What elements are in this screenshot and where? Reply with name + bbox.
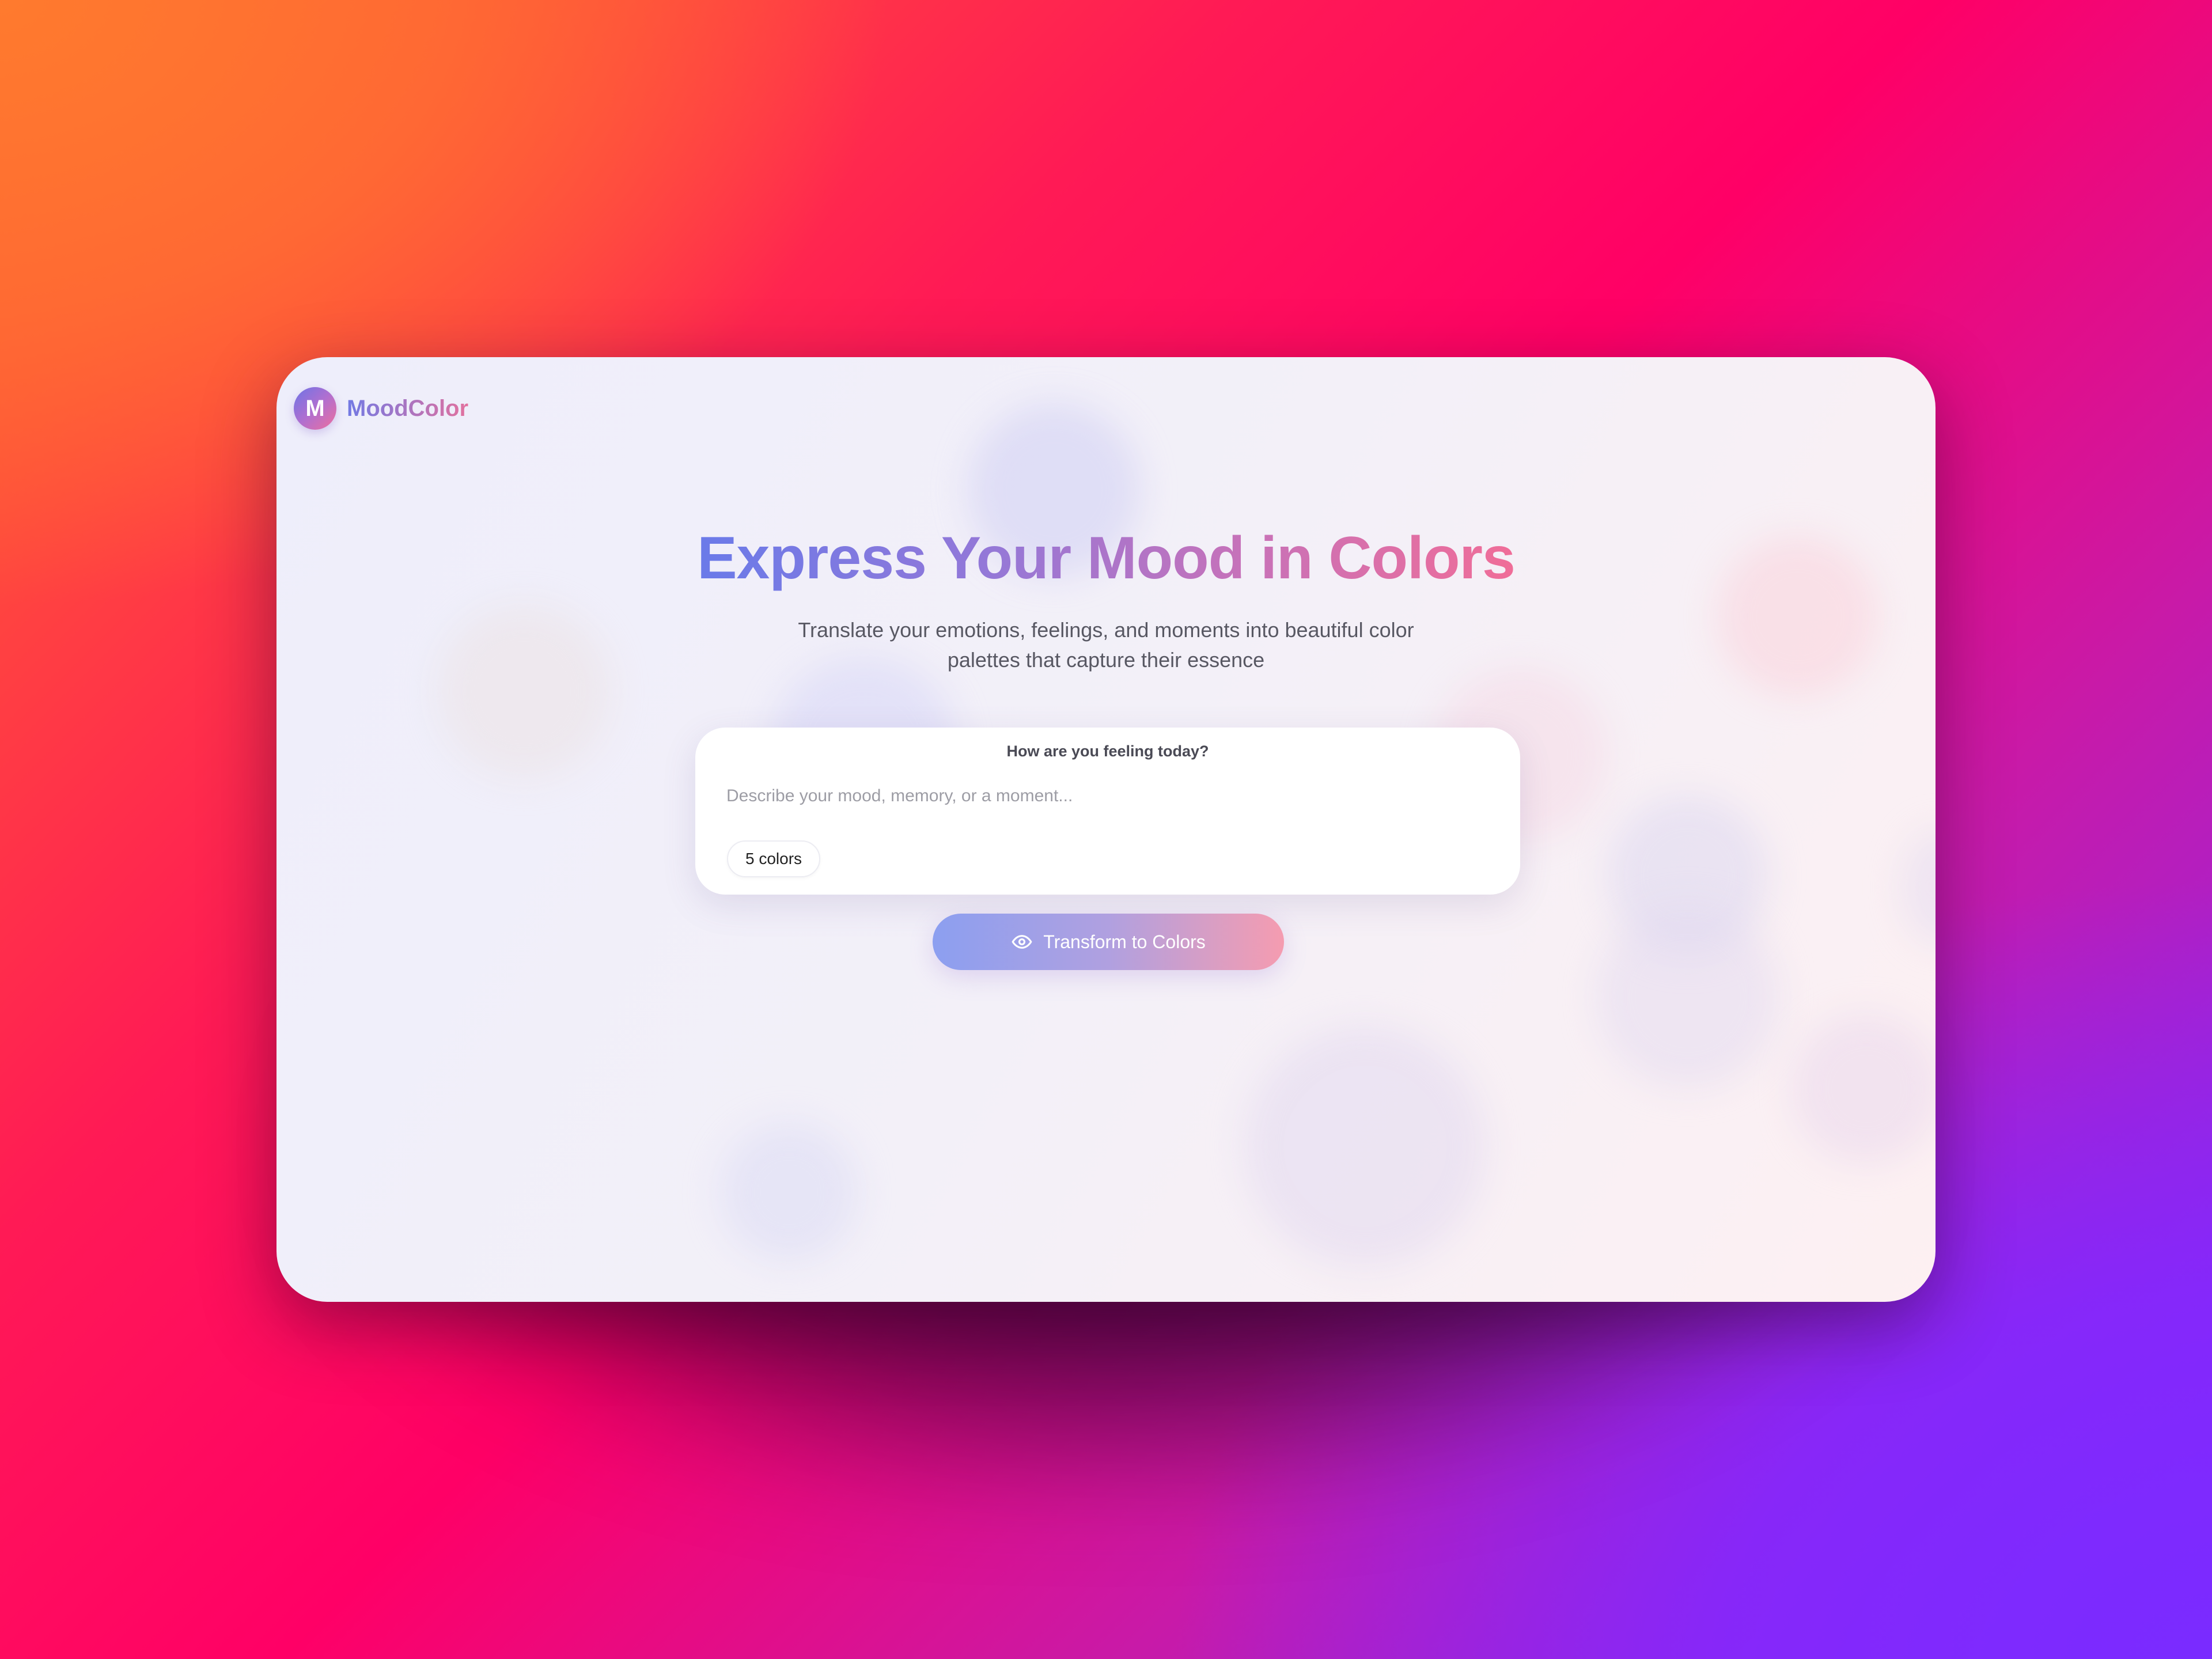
mood-input-label: How are you feeling today?: [1006, 743, 1209, 760]
brand-logo-icon: M: [294, 387, 336, 430]
transform-button-label: Transform to Colors: [1043, 931, 1206, 952]
eye-icon: [1012, 935, 1032, 949]
app-window: M MoodColor Express Your Mood in Colors …: [276, 357, 1936, 1302]
decorative-blob: [1791, 1014, 1936, 1164]
mood-input-card: How are you feeling today? 5 colors: [695, 728, 1520, 895]
page-title: Express Your Mood in Colors: [276, 524, 1936, 593]
decorative-blob: [1596, 904, 1780, 1089]
subtitle-line: palettes that capture their essence: [947, 648, 1265, 672]
brand[interactable]: M MoodColor: [294, 387, 468, 430]
brand-name: MoodColor: [347, 395, 469, 421]
page-subtitle: Translate your emotions, feelings, and m…: [276, 615, 1936, 675]
decorative-blob: [720, 1123, 858, 1262]
subtitle-line: Translate your emotions, feelings, and m…: [798, 618, 1414, 642]
mood-input[interactable]: [725, 778, 1488, 814]
color-count-selector[interactable]: 5 colors: [727, 840, 821, 877]
decorative-blob: [1244, 1025, 1486, 1267]
decorative-blob: [1901, 830, 1936, 945]
transform-to-colors-button[interactable]: Transform to Colors: [933, 914, 1284, 970]
page-title-text: Express Your Mood in Colors: [697, 525, 1516, 592]
